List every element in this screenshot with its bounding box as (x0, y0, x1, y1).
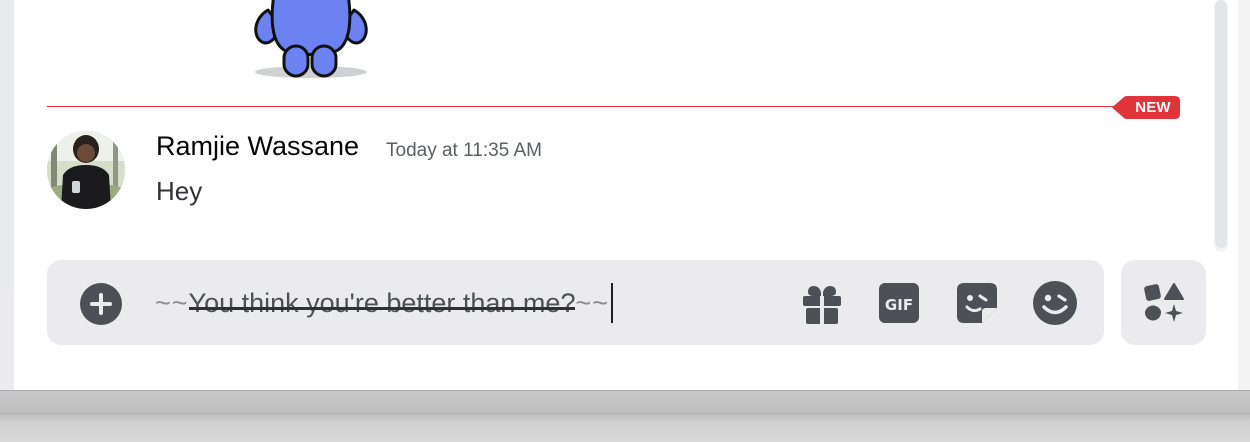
message-input[interactable]: ~~You think you're better than me?~~ (155, 283, 614, 323)
new-messages-badge: NEW (1112, 96, 1180, 119)
message-timestamp: Today at 11:35 AM (386, 140, 542, 161)
sticker-icon[interactable] (956, 282, 998, 324)
text-caret (611, 283, 614, 323)
avatar[interactable] (47, 131, 125, 209)
emoji-icon[interactable] (1032, 280, 1078, 326)
markdown-strike-close: ~~ (575, 288, 610, 318)
new-badge-label: NEW (1135, 99, 1171, 116)
plus-circle-icon[interactable] (78, 281, 124, 327)
avatar-photo (47, 131, 125, 209)
gift-icon[interactable] (800, 282, 844, 326)
gif-icon[interactable]: GIF (878, 282, 920, 324)
message-author[interactable]: Ramjie Wassane (156, 131, 359, 162)
scrollbar-thumb[interactable] (1215, 0, 1227, 248)
draft-text: You think you're better than me? (188, 288, 576, 318)
mascot-sticker-image (254, 0, 368, 78)
window-edge (0, 290, 14, 390)
apps-icon[interactable] (1143, 282, 1185, 324)
message-text: Hey (156, 176, 203, 206)
markdown-strike-open: ~~ (155, 288, 189, 318)
window-edge-right (1238, 0, 1250, 390)
new-messages-divider (47, 106, 1122, 107)
os-taskbar (0, 390, 1250, 442)
gif-icon-label: GIF (885, 296, 913, 314)
